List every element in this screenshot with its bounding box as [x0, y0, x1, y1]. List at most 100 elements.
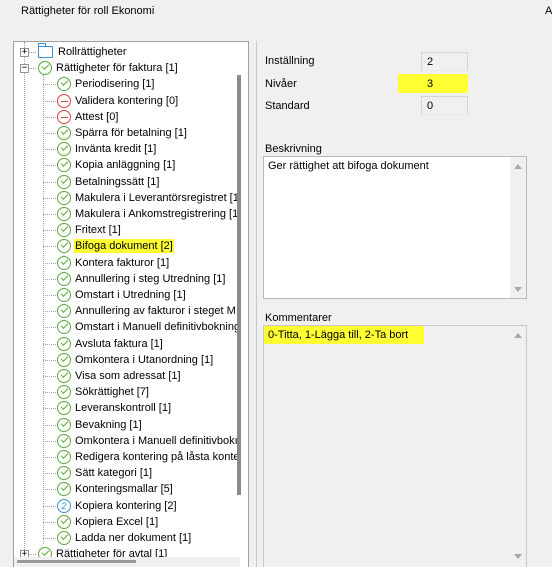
- tree-node[interactable]: Omstart i Utredning [1]: [57, 287, 187, 303]
- tree-node-label: Visa som adressat [1]: [75, 370, 181, 382]
- check-circle-icon: [57, 207, 71, 221]
- scroll-up-icon[interactable]: [514, 164, 522, 169]
- tree-node[interactable]: Validera kontering [0]: [57, 93, 179, 109]
- tree-connector-line: [43, 278, 56, 280]
- tree-node[interactable]: Betalningssätt [1]: [57, 174, 160, 190]
- tree-node[interactable]: Kopia anläggning [1]: [57, 157, 176, 173]
- tree-node[interactable]: Bifoga dokument [2]: [57, 238, 174, 254]
- tree-node-label: Sökrättighet [7]: [75, 386, 149, 399]
- scroll-down-icon[interactable]: [514, 554, 522, 559]
- tree-node[interactable]: Periodisering [1]: [57, 76, 156, 92]
- tree-node[interactable]: Fritext [1]: [57, 222, 122, 238]
- tree-connector-line: [43, 440, 56, 442]
- tree-node-label: Annullering av fakturor i steget M: [75, 305, 236, 318]
- tree-connector-line: [43, 505, 56, 507]
- tree-vertical-scrollbar[interactable]: [237, 75, 241, 495]
- standard-field[interactable]: 0: [421, 96, 468, 115]
- tree-node-label: Attest [0]: [75, 110, 119, 123]
- check-circle-icon: [57, 531, 71, 545]
- tree-horizontal-scroll-thumb[interactable]: [17, 560, 136, 563]
- tree-node[interactable]: Annullering i steg Utredning [1]: [57, 271, 226, 287]
- tree-node[interactable]: Sökrättighet [7]: [57, 384, 150, 400]
- window-title-truncated: A: [545, 5, 552, 17]
- tree-node[interactable]: Makulera i Leverantörsregistret [1: [57, 190, 240, 206]
- tree-connector-line: [24, 42, 25, 562]
- check-circle-icon: [57, 369, 71, 383]
- kommentarer-label: Kommentarer: [265, 312, 332, 324]
- tree-node-label: Avsluta faktura [1]: [75, 337, 163, 350]
- check-circle-icon: [57, 433, 71, 448]
- tree-node[interactable]: Invänta kredit [1]: [57, 141, 157, 157]
- check-circle-icon: [57, 320, 71, 335]
- tree-node-label: Validera kontering [0]: [75, 94, 179, 107]
- standard-label: Standard: [265, 100, 310, 112]
- check-circle-icon: [57, 190, 71, 205]
- tree-node-label: Leveranskontroll [1]: [75, 402, 171, 415]
- tree-node[interactable]: Konteringsmallar [5]: [57, 481, 174, 497]
- beskrivning-textarea[interactable]: Ger rättighet att bifoga dokument: [263, 156, 527, 299]
- tree-connector-line: [43, 214, 56, 215]
- collapse-icon[interactable]: −: [20, 64, 29, 74]
- beskrivning-scrollbar[interactable]: [510, 157, 526, 298]
- tree-node[interactable]: Omstart i Manuell definitivbokning: [57, 319, 241, 335]
- expand-icon[interactable]: +: [20, 48, 29, 57]
- installning-field[interactable]: 2: [421, 52, 468, 71]
- tree-node-label: Sätt kategori [1]: [75, 467, 153, 480]
- tree-node[interactable]: Spärra för betalning [1]: [57, 125, 188, 141]
- tree-connector-line: [43, 392, 56, 394]
- nivaer-field-text: 3: [427, 78, 434, 90]
- tree-node[interactable]: Avsluta faktura [1]: [57, 336, 164, 352]
- tree-node[interactable]: Kopiera Excel [1]: [57, 514, 159, 530]
- check-circle-icon: [57, 174, 71, 189]
- tree-node-label: Betalningssätt [1]: [75, 175, 160, 188]
- tree-node[interactable]: Omkontera i Utanordning [1]: [57, 352, 214, 368]
- tree-node-label: Kopiera Excel [1]: [75, 515, 159, 528]
- tree-node-label: Omstart i Manuell definitivbokning: [75, 321, 241, 334]
- scroll-up-icon[interactable]: [514, 333, 522, 338]
- check-circle-icon: [57, 466, 71, 481]
- tree-node[interactable]: Annullering av fakturor i steget M: [57, 303, 237, 319]
- tree-node-label: Kopia anläggning [1]: [75, 159, 176, 172]
- tree-node[interactable]: Rättigheter för faktura [1]: [38, 60, 179, 76]
- scroll-down-icon[interactable]: [514, 287, 522, 292]
- tree-node[interactable]: Sätt kategori [1]: [57, 465, 153, 481]
- tree-connector-line: [43, 133, 56, 134]
- tree-node-label: Ladda ner dokument [1]: [75, 532, 192, 544]
- tree-connector-line: [43, 181, 56, 183]
- tree-node[interactable]: Bevakning [1]: [57, 417, 143, 433]
- tree-node-label: Bifoga dokument [2]: [74, 239, 174, 254]
- tree-connector-line: [43, 424, 56, 426]
- rights-tree[interactable]: + Rollrättigheter − Rättigheter för faktura…: [13, 41, 249, 567]
- check-circle-icon: [57, 417, 71, 432]
- tree-node-label: Kontera fakturor [1]: [75, 256, 170, 269]
- tree-node[interactable]: Omkontera i Manuell definitivbokı: [57, 433, 239, 449]
- check-circle-icon: [57, 223, 71, 238]
- kommentarer-scrollbar[interactable]: [510, 326, 526, 567]
- check-circle-icon: [57, 77, 71, 92]
- tree-node[interactable]: Leveranskontroll [1]: [57, 400, 172, 416]
- check-circle-icon: [57, 158, 71, 173]
- tree-connector-line: [43, 327, 56, 329]
- tree-connector-line: [43, 116, 56, 118]
- tree-node[interactable]: Kontera fakturor [1]: [57, 255, 170, 271]
- kommentarer-textarea[interactable]: 0-Titta, 1-Lägga till, 2-Ta bort: [263, 325, 527, 567]
- tree-node[interactable]: Kopiera kontering [2]: [57, 498, 178, 514]
- check-circle-icon: [57, 450, 71, 464]
- tree-connector-line: [43, 376, 56, 377]
- minus-circle-icon: [57, 109, 71, 124]
- tree-connector-line: [43, 246, 56, 248]
- tree-node[interactable]: Redigera kontering på låsta konte: [57, 449, 241, 465]
- check-circle-icon: [38, 61, 52, 76]
- check-circle-icon: [57, 482, 71, 497]
- tree-node[interactable]: Attest [0]: [57, 109, 119, 125]
- check-circle-icon: [57, 142, 71, 157]
- tree-node[interactable]: Makulera i Ankomstregistrering [1: [57, 206, 239, 222]
- tree-node[interactable]: Rollrättigheter: [38, 43, 127, 60]
- check-circle-icon: [57, 239, 71, 254]
- tree-node[interactable]: Ladda ner dokument [1]: [57, 530, 192, 546]
- tree-node[interactable]: Visa som adressat [1]: [57, 368, 182, 384]
- check-circle-icon: [57, 271, 71, 286]
- tree-connector-line: [43, 197, 56, 199]
- tree-connector-line: [43, 311, 56, 313]
- tree-connector-line: [43, 262, 56, 264]
